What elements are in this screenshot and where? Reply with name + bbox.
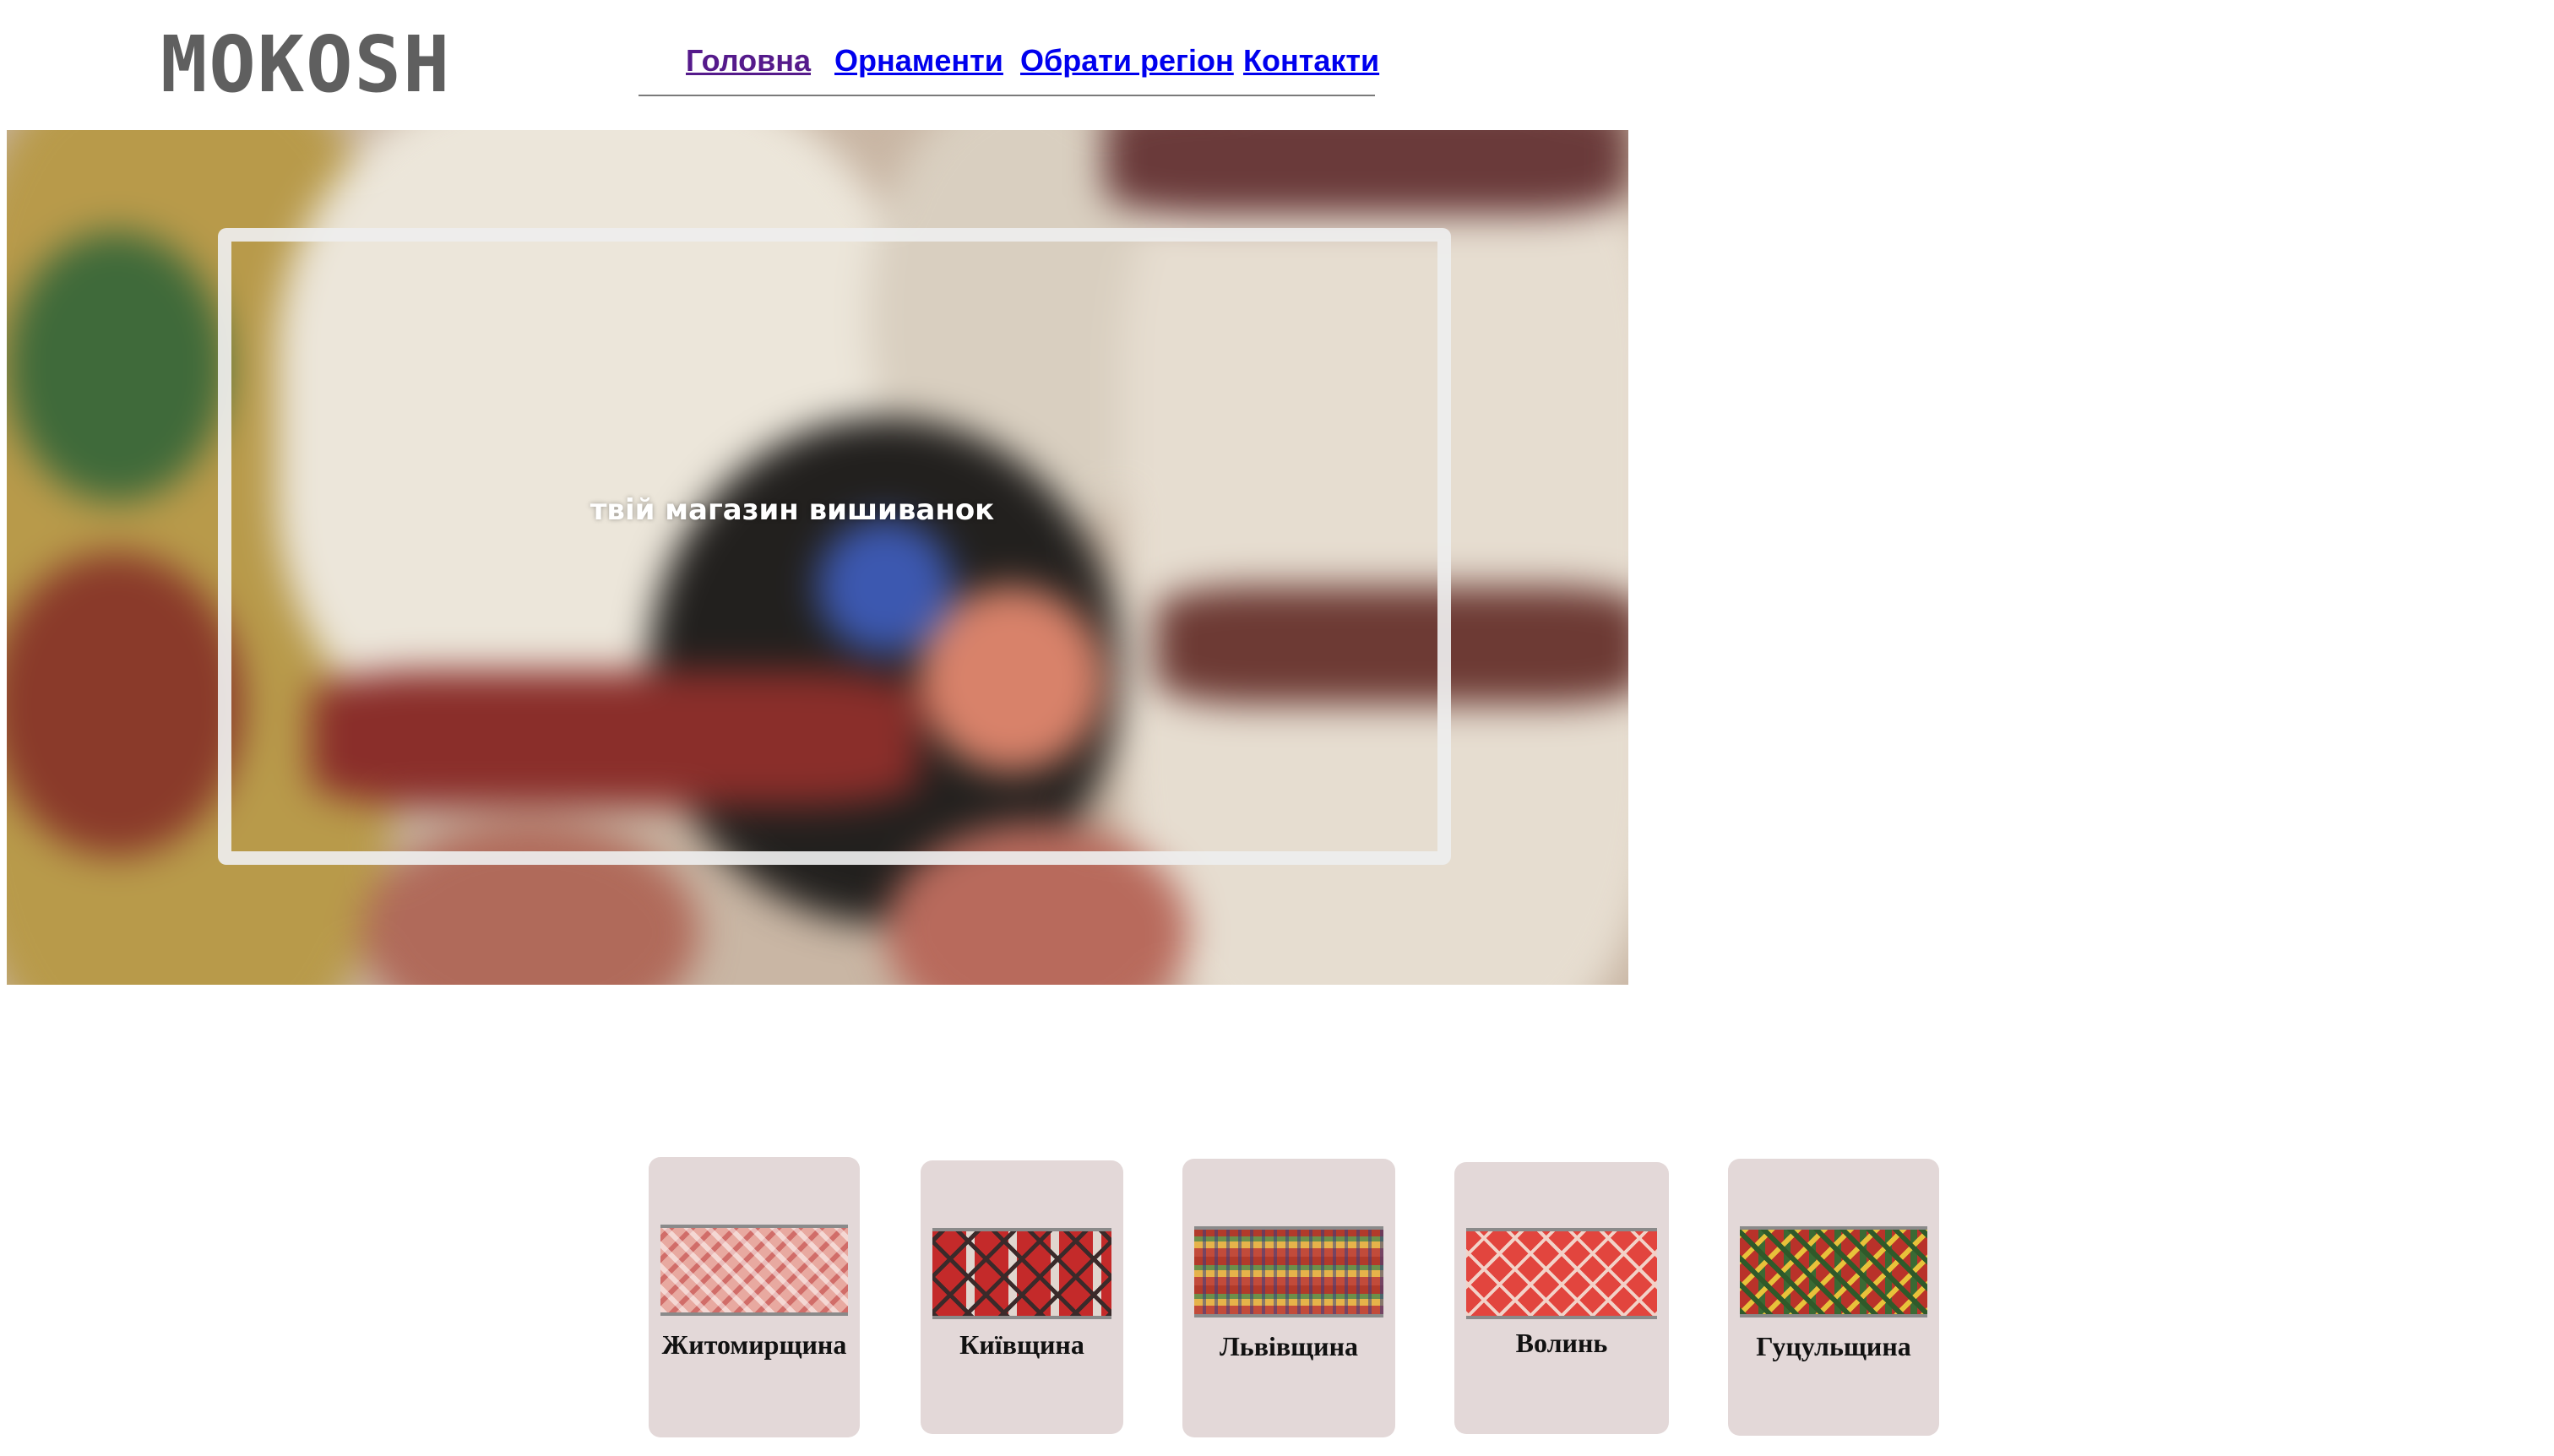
hutsul-ornament-image xyxy=(1740,1226,1927,1317)
region-card-title: Львівщина xyxy=(1219,1331,1359,1361)
region-card-title: Гуцульщина xyxy=(1756,1331,1911,1361)
region-card-zhytomyr[interactable]: Житомирщина xyxy=(649,1157,860,1437)
region-card-title: Волинь xyxy=(1515,1328,1608,1358)
zhytomyr-ornament-image xyxy=(660,1225,848,1316)
region-card-hutsul[interactable]: Гуцульщина xyxy=(1728,1159,1939,1436)
region-card-kyiv[interactable]: Київщина xyxy=(921,1160,1123,1434)
hero-frame xyxy=(218,228,1451,865)
hero-banner: твій магазин вишиванок xyxy=(7,130,1628,985)
kyiv-ornament-image xyxy=(932,1228,1111,1319)
site-logo[interactable]: MOKOSH xyxy=(160,15,451,115)
region-card-lviv[interactable]: Львівщина xyxy=(1182,1159,1395,1437)
nav-link-choose-region[interactable]: Обрати регіон xyxy=(1020,42,1234,79)
main-nav: Головна Орнаменти Обрати регіон Контакти xyxy=(638,37,1379,96)
volyn-ornament-image xyxy=(1466,1228,1657,1319)
hero-tagline: твій магазин вишиванок xyxy=(590,493,995,527)
region-card-volyn[interactable]: Волинь xyxy=(1454,1162,1669,1434)
region-card-title: Київщина xyxy=(959,1329,1084,1360)
page: MOKOSH Головна Орнаменти Обрати регіон К… xyxy=(0,0,2554,1456)
nav-link-home[interactable]: Головна xyxy=(686,42,811,79)
lviv-ornament-image xyxy=(1194,1226,1383,1317)
region-card-title: Житомирщина xyxy=(661,1329,847,1360)
nav-link-ornaments[interactable]: Орнаменти xyxy=(834,42,1003,79)
nav-link-contacts[interactable]: Контакти xyxy=(1243,42,1379,79)
